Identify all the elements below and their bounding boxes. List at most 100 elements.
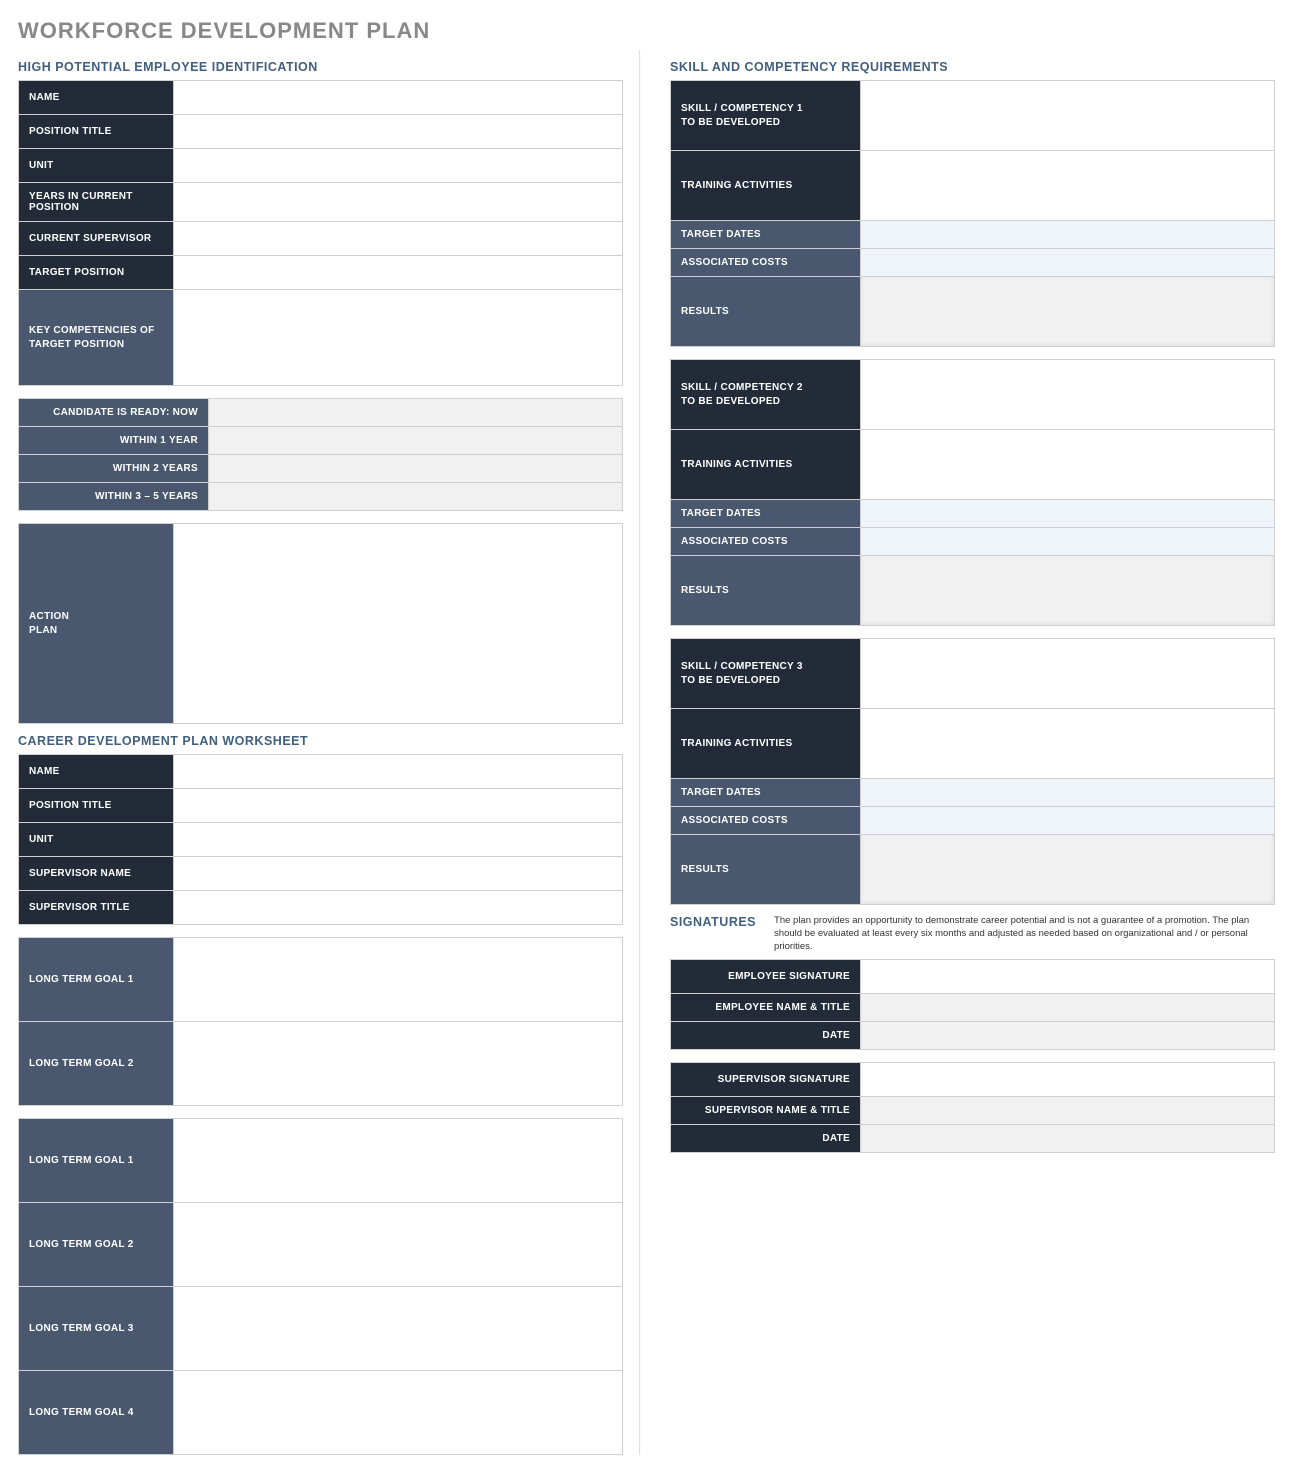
goals-a-table: LONG TERM GOAL 1 LONG TERM GOAL 2 bbox=[18, 937, 623, 1106]
layout-columns: HIGH POTENTIAL EMPLOYEE IDENTIFICATION N… bbox=[18, 50, 1275, 1455]
input-skill1[interactable] bbox=[861, 81, 1275, 151]
label-training1: TRAINING ACTIVITIES bbox=[671, 151, 861, 221]
input-emp-sig[interactable] bbox=[861, 960, 1275, 994]
label-costs1: ASSOCIATED COSTS bbox=[671, 249, 861, 277]
input-goal-b-2[interactable] bbox=[174, 1203, 623, 1287]
label-emp-date: DATE bbox=[671, 1022, 861, 1050]
section-career-dev-title: CAREER DEVELOPMENT PLAN WORKSHEET bbox=[18, 734, 623, 748]
input-target-position[interactable] bbox=[174, 256, 623, 290]
input-goal-b-3[interactable] bbox=[174, 1287, 623, 1371]
label-position-title: POSITION TITLE bbox=[19, 115, 174, 149]
label-target-position: TARGET POSITION bbox=[19, 256, 174, 290]
label-results1: RESULTS bbox=[671, 277, 861, 347]
input-costs3[interactable] bbox=[861, 807, 1275, 835]
label-skill2: SKILL / COMPETENCY 2TO BE DEVELOPED bbox=[671, 360, 861, 430]
label-emp-name: EMPLOYEE NAME & TITLE bbox=[671, 994, 861, 1022]
label-ready-2yr: WITHIN 2 YEARS bbox=[19, 455, 209, 483]
input-position-title[interactable] bbox=[174, 115, 623, 149]
label-name: NAME bbox=[19, 81, 174, 115]
label-skill1: SKILL / COMPETENCY 1TO BE DEVELOPED bbox=[671, 81, 861, 151]
input-action-plan[interactable] bbox=[174, 524, 623, 724]
input-cd-unit[interactable] bbox=[174, 823, 623, 857]
input-emp-date[interactable] bbox=[861, 1022, 1275, 1050]
label-results3: RESULTS bbox=[671, 835, 861, 905]
label-key-competencies: KEY COMPETENCIES OFTARGET POSITION bbox=[19, 290, 174, 386]
input-sup-sig[interactable] bbox=[861, 1063, 1275, 1097]
input-cd-name[interactable] bbox=[174, 755, 623, 789]
label-dates2: TARGET DATES bbox=[671, 500, 861, 528]
skill-block-1: SKILL / COMPETENCY 1TO BE DEVELOPED TRAI… bbox=[670, 80, 1275, 347]
input-costs1[interactable] bbox=[861, 249, 1275, 277]
label-emp-sig: EMPLOYEE SIGNATURE bbox=[671, 960, 861, 994]
column-right: SKILL AND COMPETENCY REQUIREMENTS SKILL … bbox=[670, 50, 1275, 1455]
input-key-competencies[interactable] bbox=[174, 290, 623, 386]
input-costs2[interactable] bbox=[861, 528, 1275, 556]
input-dates2[interactable] bbox=[861, 500, 1275, 528]
section-signatures-title: SIGNATURES bbox=[670, 915, 756, 929]
input-training1[interactable] bbox=[861, 151, 1275, 221]
input-sup-date[interactable] bbox=[861, 1125, 1275, 1153]
input-ready-3-5yr[interactable] bbox=[209, 483, 623, 511]
input-ready-1yr[interactable] bbox=[209, 427, 623, 455]
input-sup-name[interactable] bbox=[861, 1097, 1275, 1125]
label-sup-sig: SUPERVISOR SIGNATURE bbox=[671, 1063, 861, 1097]
page-title: WORKFORCE DEVELOPMENT PLAN bbox=[18, 18, 1275, 44]
label-sup-date: DATE bbox=[671, 1125, 861, 1153]
label-goal-b-2: LONG TERM GOAL 2 bbox=[19, 1203, 174, 1287]
input-skill3[interactable] bbox=[861, 639, 1275, 709]
input-results1[interactable] bbox=[861, 277, 1275, 347]
input-unit[interactable] bbox=[174, 149, 623, 183]
input-training2[interactable] bbox=[861, 430, 1275, 500]
input-cd-supname[interactable] bbox=[174, 857, 623, 891]
input-dates1[interactable] bbox=[861, 221, 1275, 249]
label-costs2: ASSOCIATED COSTS bbox=[671, 528, 861, 556]
input-cd-position[interactable] bbox=[174, 789, 623, 823]
label-years: YEARS IN CURRENT POSITION bbox=[19, 183, 174, 222]
goals-b-table: LONG TERM GOAL 1 LONG TERM GOAL 2 LONG T… bbox=[18, 1118, 623, 1455]
career-dev-table: NAME POSITION TITLE UNIT SUPERVISOR NAME… bbox=[18, 754, 623, 925]
input-years[interactable] bbox=[174, 183, 623, 222]
label-dates3: TARGET DATES bbox=[671, 779, 861, 807]
action-plan-table: ACTIONPLAN bbox=[18, 523, 623, 724]
employee-id-table: NAME POSITION TITLE UNIT YEARS IN CURREN… bbox=[18, 80, 623, 386]
label-action-plan: ACTIONPLAN bbox=[19, 524, 174, 724]
skill-block-2: SKILL / COMPETENCY 2TO BE DEVELOPED TRAI… bbox=[670, 359, 1275, 626]
label-sup-name: SUPERVISOR NAME & TITLE bbox=[671, 1097, 861, 1125]
label-goal-b-3: LONG TERM GOAL 3 bbox=[19, 1287, 174, 1371]
label-results2: RESULTS bbox=[671, 556, 861, 626]
label-cd-position: POSITION TITLE bbox=[19, 789, 174, 823]
input-cd-suptitle[interactable] bbox=[174, 891, 623, 925]
section-high-potential-title: HIGH POTENTIAL EMPLOYEE IDENTIFICATION bbox=[18, 60, 623, 74]
label-dates1: TARGET DATES bbox=[671, 221, 861, 249]
input-supervisor[interactable] bbox=[174, 222, 623, 256]
input-training3[interactable] bbox=[861, 709, 1275, 779]
supervisor-sign-table: SUPERVISOR SIGNATURE SUPERVISOR NAME & T… bbox=[670, 1062, 1275, 1153]
label-skill3: SKILL / COMPETENCY 3TO BE DEVELOPED bbox=[671, 639, 861, 709]
label-costs3: ASSOCIATED COSTS bbox=[671, 807, 861, 835]
input-goal-a-1[interactable] bbox=[174, 938, 623, 1022]
input-goal-b-4[interactable] bbox=[174, 1371, 623, 1455]
readiness-table: CANDIDATE IS READY: NOW WITHIN 1 YEAR WI… bbox=[18, 398, 623, 511]
input-goal-b-1[interactable] bbox=[174, 1119, 623, 1203]
input-results2[interactable] bbox=[861, 556, 1275, 626]
label-training2: TRAINING ACTIVITIES bbox=[671, 430, 861, 500]
label-supervisor: CURRENT SUPERVISOR bbox=[19, 222, 174, 256]
input-skill2[interactable] bbox=[861, 360, 1275, 430]
input-goal-a-2[interactable] bbox=[174, 1022, 623, 1106]
label-unit: UNIT bbox=[19, 149, 174, 183]
label-cd-unit: UNIT bbox=[19, 823, 174, 857]
label-ready-now: CANDIDATE IS READY: NOW bbox=[19, 399, 209, 427]
signatures-note: The plan provides an opportunity to demo… bbox=[774, 915, 1275, 953]
input-ready-now[interactable] bbox=[209, 399, 623, 427]
label-cd-supname: SUPERVISOR NAME bbox=[19, 857, 174, 891]
label-training3: TRAINING ACTIVITIES bbox=[671, 709, 861, 779]
input-results3[interactable] bbox=[861, 835, 1275, 905]
section-skills-title: SKILL AND COMPETENCY REQUIREMENTS bbox=[670, 60, 1275, 74]
input-ready-2yr[interactable] bbox=[209, 455, 623, 483]
label-goal-b-1: LONG TERM GOAL 1 bbox=[19, 1119, 174, 1203]
input-dates3[interactable] bbox=[861, 779, 1275, 807]
input-name[interactable] bbox=[174, 81, 623, 115]
label-goal-a-2: LONG TERM GOAL 2 bbox=[19, 1022, 174, 1106]
input-emp-name[interactable] bbox=[861, 994, 1275, 1022]
label-ready-3-5yr: WITHIN 3 – 5 YEARS bbox=[19, 483, 209, 511]
